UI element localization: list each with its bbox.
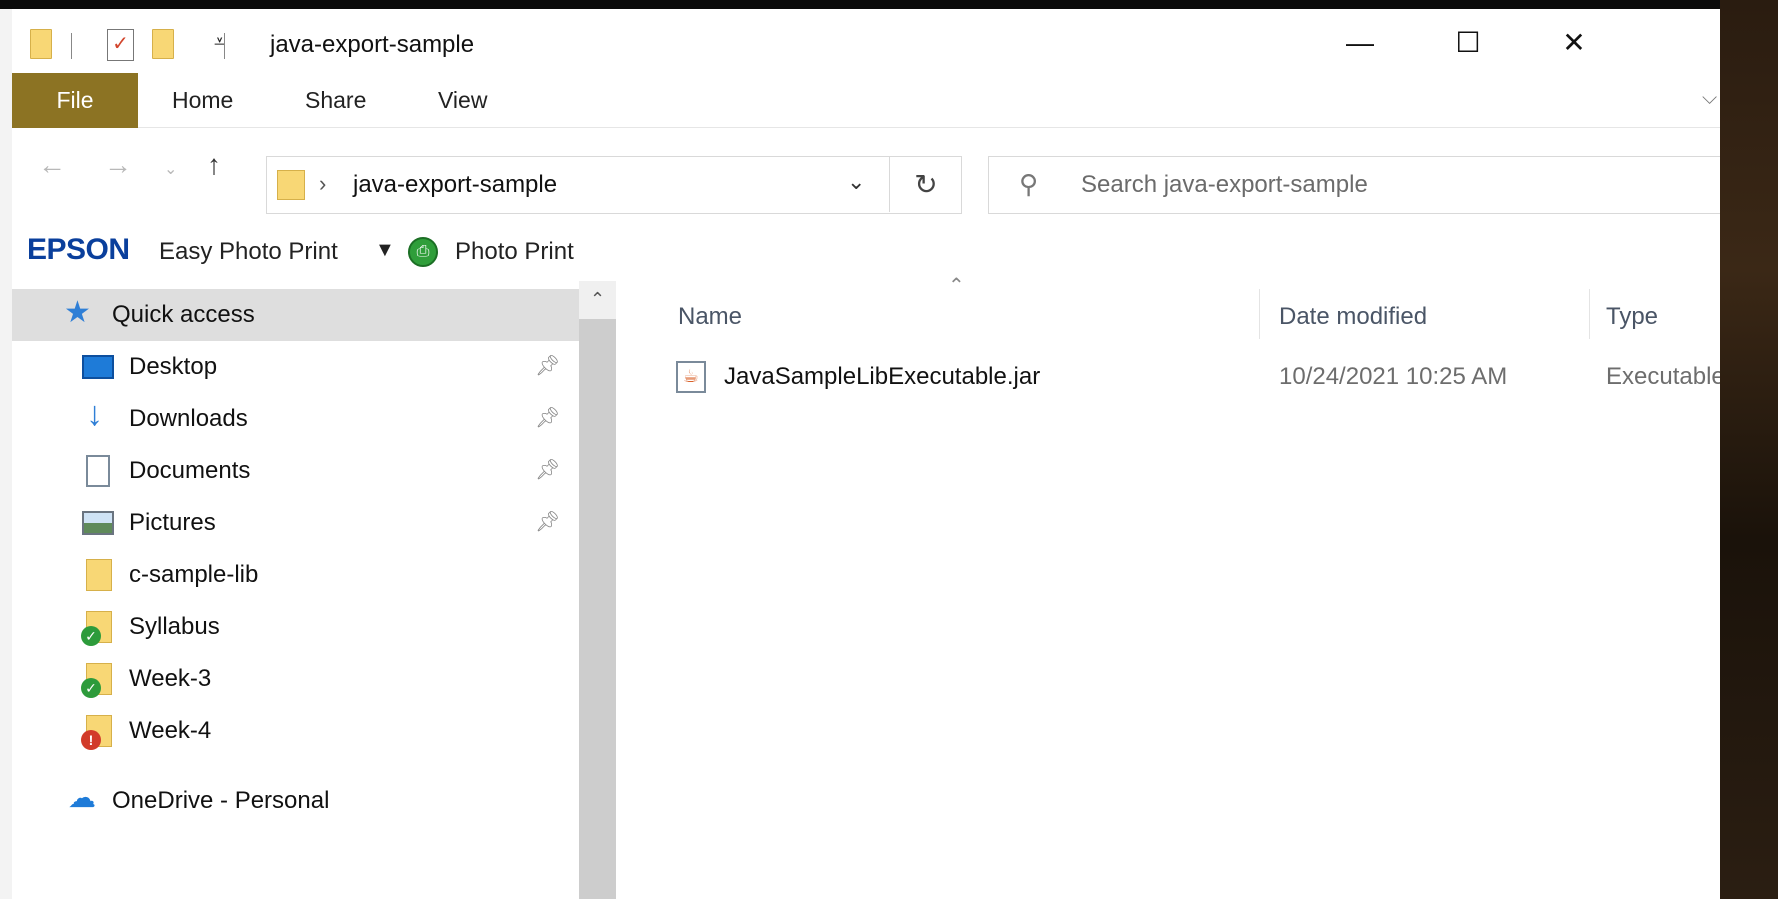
file-explorer-window: ✓ ⩡ java-export-sample — ☐ ✕ File Home S… bbox=[12, 9, 1720, 899]
sync-ok-icon: ✓ bbox=[81, 626, 101, 646]
nav-item-label: Documents bbox=[129, 457, 251, 484]
expand-ribbon-icon[interactable]: ⌵ bbox=[1702, 87, 1717, 110]
maximize-button[interactable]: ☐ bbox=[1438, 23, 1498, 63]
epson-toolbar: EPSON Easy Photo Print ▼ ⎙ Photo Print bbox=[12, 223, 1720, 281]
close-button[interactable]: ✕ bbox=[1544, 23, 1604, 63]
nav-item-label: Week-4 bbox=[129, 717, 212, 744]
folder-icon bbox=[86, 559, 112, 591]
sync-ok-icon: ✓ bbox=[81, 678, 101, 698]
tab-file[interactable]: File bbox=[12, 73, 138, 128]
epson-logo: EPSON bbox=[27, 233, 130, 266]
search-icon: ⚲ bbox=[1019, 169, 1039, 199]
nav-item-label: Syllabus bbox=[129, 613, 220, 640]
folder-error-icon: ! bbox=[81, 715, 112, 750]
folder-synced-icon: ✓ bbox=[81, 611, 112, 646]
navigation-pane: ★ Quick access Desktop 📌︎ ↓ Downloads 📌︎… bbox=[12, 281, 579, 899]
java-jar-icon: ☕ bbox=[676, 361, 706, 393]
nav-item-label: Week-3 bbox=[129, 665, 212, 692]
pin-icon[interactable]: 📌︎ bbox=[535, 509, 560, 534]
nav-item-label: Desktop bbox=[129, 353, 218, 380]
recent-locations-icon[interactable]: ⌄ bbox=[164, 159, 177, 179]
desktop-icon bbox=[82, 355, 114, 379]
window-title: java-export-sample bbox=[270, 31, 475, 58]
minimize-button[interactable]: — bbox=[1330, 23, 1390, 63]
scroll-up-icon[interactable]: ⌃ bbox=[579, 281, 616, 317]
address-dropdown-icon[interactable]: ⌄ bbox=[847, 169, 865, 195]
star-icon: ★ bbox=[64, 296, 91, 329]
scrollbar-thumb[interactable] bbox=[579, 319, 616, 899]
search-box[interactable]: ⚲ Search java-export-sample bbox=[988, 156, 1720, 214]
nav-item-syllabus[interactable]: ✓ Syllabus bbox=[12, 601, 579, 653]
nav-item-label: Pictures bbox=[129, 509, 216, 536]
nav-item-label: OneDrive - Personal bbox=[112, 787, 330, 814]
address-bar[interactable]: › java-export-sample ⌄ ↻ bbox=[266, 156, 962, 214]
refresh-button[interactable]: ↻ bbox=[889, 157, 962, 212]
column-divider[interactable] bbox=[1589, 289, 1590, 339]
up-button[interactable]: ↑ bbox=[207, 149, 221, 181]
printer-icon: ⎙ bbox=[408, 237, 438, 267]
properties-icon[interactable]: ✓ bbox=[107, 29, 134, 61]
quick-access-toolbar-separator bbox=[71, 33, 72, 59]
ribbon-tabs: File Home Share View ⌵ bbox=[12, 73, 1720, 128]
title-bar: ✓ ⩡ java-export-sample — ☐ ✕ bbox=[12, 9, 1720, 73]
breadcrumb-current[interactable]: java-export-sample bbox=[353, 171, 557, 199]
folder-icon bbox=[277, 170, 305, 200]
search-input[interactable]: Search java-export-sample bbox=[1081, 171, 1368, 199]
nav-item-desktop[interactable]: Desktop 📌︎ bbox=[12, 341, 579, 393]
tab-view[interactable]: View bbox=[438, 73, 487, 128]
documents-icon bbox=[86, 455, 110, 487]
navigation-bar: ← → ⌄ ↑ › java-export-sample ⌄ ↻ ⚲ Searc… bbox=[12, 129, 1720, 219]
pictures-icon bbox=[82, 511, 114, 535]
nav-item-downloads[interactable]: ↓ Downloads 📌︎ bbox=[12, 393, 579, 445]
file-type: Executable Jar F bbox=[1606, 363, 1720, 390]
column-header-name[interactable]: Name bbox=[678, 303, 742, 331]
column-header-date-modified[interactable]: Date modified bbox=[1279, 303, 1427, 331]
easy-photo-print-button[interactable]: Easy Photo Print bbox=[159, 238, 338, 266]
pin-icon[interactable]: 📌︎ bbox=[535, 405, 560, 430]
breadcrumb-chevron-icon[interactable]: › bbox=[319, 171, 326, 197]
pin-icon[interactable]: 📌︎ bbox=[535, 353, 560, 378]
forward-button[interactable]: → bbox=[104, 149, 132, 181]
tab-share[interactable]: Share bbox=[305, 73, 366, 128]
file-name: JavaSampleLibExecutable.jar bbox=[724, 363, 1041, 390]
tab-home[interactable]: Home bbox=[172, 73, 233, 128]
navigation-pane-scrollbar[interactable]: ⌃ bbox=[579, 281, 616, 899]
nav-item-label: c-sample-lib bbox=[129, 561, 259, 588]
back-button[interactable]: ← bbox=[38, 149, 66, 181]
photo-print-button[interactable]: Photo Print bbox=[455, 238, 574, 266]
pin-icon[interactable]: 📌︎ bbox=[535, 457, 560, 482]
column-divider[interactable] bbox=[1259, 289, 1260, 339]
file-date-modified: 10/24/2021 10:25 AM bbox=[1279, 363, 1508, 390]
nav-item-documents[interactable]: Documents 📌︎ bbox=[12, 445, 579, 497]
file-list: ⌃ Name Date modified Type ☕ JavaSampleLi… bbox=[616, 275, 1720, 899]
desktop-background bbox=[1720, 0, 1778, 899]
nav-item-quick-access[interactable]: ★ Quick access bbox=[12, 289, 579, 341]
quick-access-toolbar-separator bbox=[224, 33, 225, 59]
nav-item-onedrive[interactable]: ☁ OneDrive - Personal bbox=[12, 775, 579, 827]
nav-item-c-sample-lib[interactable]: c-sample-lib bbox=[12, 549, 579, 601]
desktop-left-edge bbox=[0, 9, 12, 899]
nav-item-week-4[interactable]: ! Week-4 bbox=[12, 705, 579, 757]
sync-error-icon: ! bbox=[81, 730, 101, 750]
nav-item-week-3[interactable]: ✓ Week-3 bbox=[12, 653, 579, 705]
desktop-top-strip bbox=[0, 0, 1778, 9]
window-folder-icon[interactable] bbox=[30, 29, 52, 59]
nav-item-label: Downloads bbox=[129, 405, 248, 432]
nav-item-label: Quick access bbox=[112, 301, 255, 328]
nav-item-pictures[interactable]: Pictures 📌︎ bbox=[12, 497, 579, 549]
folder-synced-icon: ✓ bbox=[81, 663, 112, 698]
easy-photo-print-dropdown-icon[interactable]: ▼ bbox=[375, 239, 395, 262]
onedrive-cloud-icon: ☁ bbox=[68, 782, 96, 813]
sort-ascending-icon: ⌃ bbox=[948, 275, 965, 297]
column-header-type[interactable]: Type bbox=[1606, 303, 1658, 331]
file-row[interactable]: ☕ JavaSampleLibExecutable.jar 10/24/2021… bbox=[616, 351, 1720, 403]
new-folder-icon[interactable] bbox=[152, 29, 174, 59]
download-icon: ↓ bbox=[86, 395, 103, 433]
